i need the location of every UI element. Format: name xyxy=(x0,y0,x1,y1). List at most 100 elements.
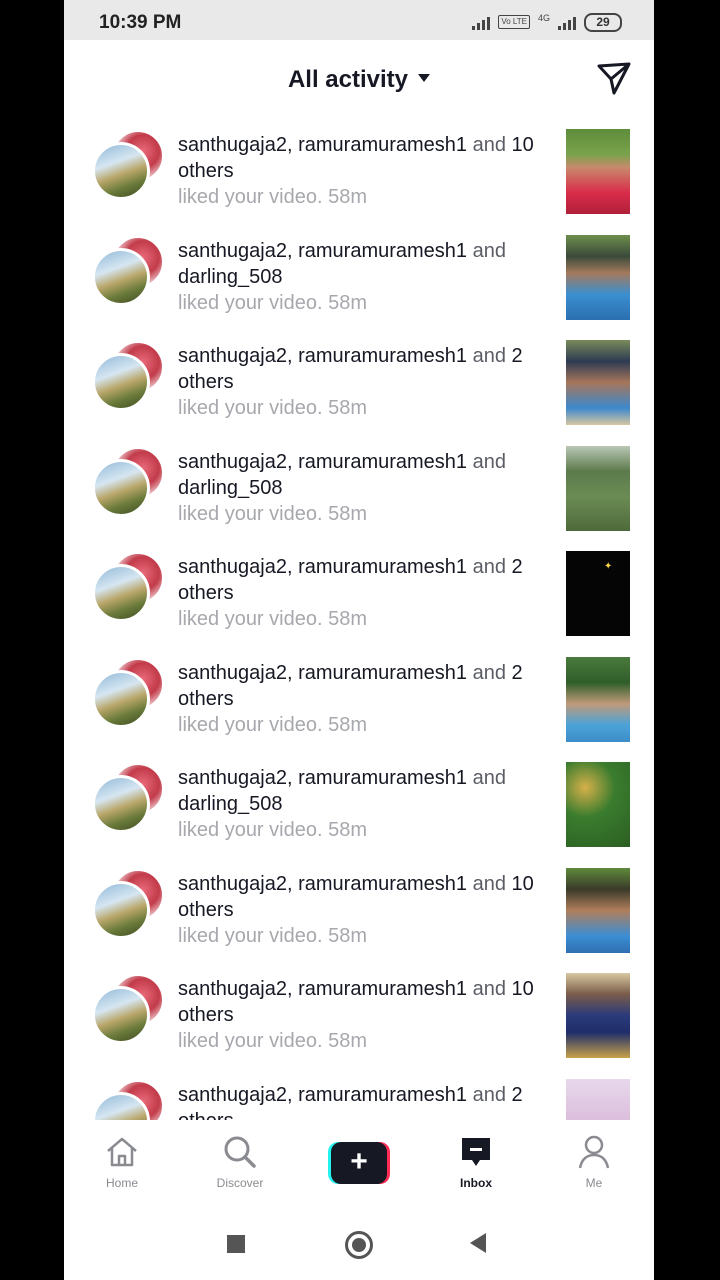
notification-row[interactable]: santhugaja2, ramuramuramesh1 and darling… xyxy=(64,435,654,541)
notification-action: liked your video. 58m xyxy=(178,712,554,738)
home-circle-icon[interactable] xyxy=(345,1231,373,1259)
notification-action-text: liked your video. xyxy=(178,502,323,525)
avatar-front xyxy=(92,142,150,200)
avatar-stack[interactable] xyxy=(92,974,164,1046)
avatar-front xyxy=(92,986,150,1044)
video-thumbnail[interactable]: ✦ xyxy=(566,551,630,636)
video-thumbnail[interactable] xyxy=(566,234,630,320)
notification-users[interactable]: santhugaja2, ramuramuramesh1 xyxy=(178,1084,467,1106)
avatar-front xyxy=(92,669,150,728)
notification-users[interactable]: santhugaja2, ramuramuramesh1 xyxy=(178,767,467,789)
nav-home-label: Home xyxy=(105,1176,138,1190)
notification-text: santhugaja2, ramuramuramesh1 and 10 othe… xyxy=(178,132,554,210)
status-time: 10:39 PM xyxy=(99,12,182,33)
video-thumbnail[interactable] xyxy=(566,762,630,847)
notification-users[interactable]: santhugaja2, ramuramuramesh1 xyxy=(178,345,467,367)
notification-time: 58m xyxy=(328,608,367,630)
notification-users[interactable]: santhugaja2, ramuramuramesh1 xyxy=(178,240,467,262)
thumbnail-sparkle: ✦ xyxy=(604,561,613,572)
notification-users[interactable]: santhugaja2, ramuramuramesh1 xyxy=(178,134,467,156)
signal-icon-2 xyxy=(558,14,576,30)
notification-time: 58m xyxy=(328,291,367,314)
avatar-stack[interactable] xyxy=(92,235,164,308)
volte-badge: Vo LTE xyxy=(498,15,530,29)
status-bar: 10:39 PM Vo LTE 4G 29 xyxy=(64,0,654,40)
notification-row[interactable]: santhugaja2, ramuramuramesh1 and darling… xyxy=(64,224,654,330)
notification-action-text: liked your video. xyxy=(178,1030,323,1052)
notification-text: santhugaja2, ramuramuramesh1 and 2 other… xyxy=(178,343,554,421)
notification-row[interactable]: santhugaja2, ramuramuramesh1 and 10 othe… xyxy=(64,857,654,963)
notification-row[interactable]: santhugaja2, ramuramuramesh1 and 10 othe… xyxy=(64,118,654,224)
notification-and: and xyxy=(472,767,506,789)
notification-text: santhugaja2, ramuramuramesh1 and darling… xyxy=(178,765,554,843)
nav-home[interactable]: Home xyxy=(77,1134,167,1190)
notification-action: liked your video. 58m xyxy=(178,395,554,421)
video-thumbnail[interactable] xyxy=(566,1078,630,1120)
avatar-stack[interactable] xyxy=(92,657,164,730)
notification-and: and xyxy=(472,872,506,895)
create-button[interactable]: + xyxy=(328,1142,390,1184)
nav-me-label: Me xyxy=(585,1176,603,1190)
video-thumbnail[interactable] xyxy=(566,129,630,214)
nav-discover[interactable]: Discover xyxy=(195,1134,285,1190)
avatar-stack[interactable] xyxy=(92,552,164,624)
notification-action-text: liked your video. xyxy=(178,397,323,419)
video-thumbnail[interactable] xyxy=(566,340,630,425)
notification-time: 58m xyxy=(328,1030,367,1052)
notification-more[interactable]: darling_508 xyxy=(178,266,283,288)
page-title: All activity xyxy=(287,66,409,93)
video-thumbnail[interactable] xyxy=(566,867,630,953)
notification-and: and xyxy=(472,450,506,473)
avatar-stack[interactable] xyxy=(92,446,164,519)
notification-and: and xyxy=(472,134,506,156)
notification-row[interactable]: santhugaja2, ramuramuramesh1 and 2 other… xyxy=(64,540,654,646)
nav-inbox-label: Inbox xyxy=(460,1176,492,1190)
battery-icon: 29 xyxy=(584,12,622,32)
phone-screen: 10:39 PM Vo LTE 4G 29 All activity santh… xyxy=(64,0,654,1280)
notification-and: and xyxy=(472,661,506,684)
notification-action: liked your video. 58m xyxy=(178,817,554,843)
avatar-front xyxy=(92,775,150,833)
activity-filter-dropdown[interactable]: All activity xyxy=(64,66,654,94)
notification-text: santhugaja2, ramuramuramesh1 and darling… xyxy=(178,238,554,316)
notification-action-text: liked your video. xyxy=(178,608,323,630)
notification-row[interactable]: santhugaja2, ramuramuramesh1 and 2 other… xyxy=(64,646,654,752)
nav-inbox[interactable]: Inbox xyxy=(431,1134,521,1190)
notification-row[interactable]: santhugaja2, ramuramuramesh1 and 2 other… xyxy=(64,329,654,435)
network-type: 4G xyxy=(537,13,550,23)
notification-time: 58m xyxy=(328,502,367,525)
notification-text: santhugaja2, ramuramuramesh1 and 10 othe… xyxy=(178,976,554,1054)
nav-me[interactable]: Me xyxy=(549,1134,639,1190)
avatar-stack[interactable] xyxy=(92,1079,164,1120)
notification-and: and xyxy=(472,239,506,262)
avatar-stack[interactable] xyxy=(92,130,164,202)
notification-more[interactable]: darling_508 xyxy=(178,477,283,499)
notification-and: and xyxy=(472,978,506,1000)
notification-users[interactable]: santhugaja2, ramuramuramesh1 xyxy=(178,873,467,895)
video-thumbnail[interactable] xyxy=(566,656,630,742)
recents-icon[interactable] xyxy=(227,1235,245,1253)
notification-users[interactable]: santhugaja2, ramuramuramesh1 xyxy=(178,662,467,684)
notification-more[interactable]: darling_508 xyxy=(178,793,283,815)
notification-action-text: liked your video. xyxy=(178,819,323,841)
signal-icon xyxy=(472,14,491,30)
notification-action: liked your video. 58m xyxy=(178,184,554,210)
avatar-stack[interactable] xyxy=(92,868,164,941)
nav-discover-label: Discover xyxy=(216,1176,264,1190)
notification-action-text: liked your video. xyxy=(178,924,323,947)
notification-row[interactable]: santhugaja2, ramuramuramesh1 and darling… xyxy=(64,751,654,857)
notification-users[interactable]: santhugaja2, ramuramuramesh1 xyxy=(178,556,467,578)
avatar-stack[interactable] xyxy=(92,763,164,835)
notification-row[interactable]: santhugaja2, ramuramuramesh1 and 10 othe… xyxy=(64,962,654,1068)
notification-text: santhugaja2, ramuramuramesh1 and 2 other… xyxy=(178,554,554,632)
back-icon[interactable] xyxy=(470,1233,486,1253)
notification-row[interactable]: santhugaja2, ramuramuramesh1 and 2 other… xyxy=(64,1068,654,1120)
video-thumbnail[interactable] xyxy=(566,973,630,1058)
notification-users[interactable]: santhugaja2, ramuramuramesh1 xyxy=(178,451,467,473)
avatar-stack[interactable] xyxy=(92,341,164,413)
notification-users[interactable]: santhugaja2, ramuramuramesh1 xyxy=(178,978,467,1000)
send-icon[interactable] xyxy=(596,60,632,96)
video-thumbnail[interactable] xyxy=(566,445,630,531)
notification-time: 58m xyxy=(328,713,367,736)
notification-action-text: liked your video. xyxy=(178,713,323,736)
